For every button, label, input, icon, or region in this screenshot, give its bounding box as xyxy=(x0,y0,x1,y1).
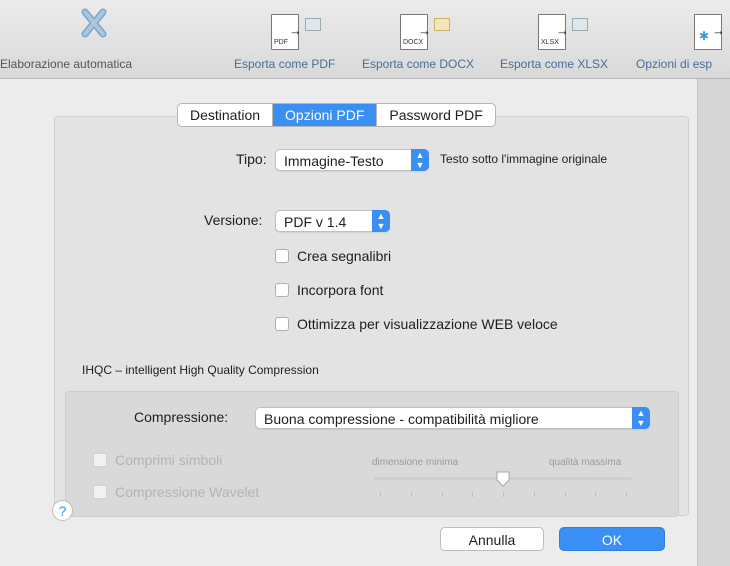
compression-select[interactable]: Buona compressione - compatibilità migli… xyxy=(255,407,650,429)
slider-thumb[interactable] xyxy=(496,471,510,487)
arrow-icon: → xyxy=(712,23,725,38)
chevron-updown-icon: ▲ ▼ xyxy=(632,407,650,429)
checkbox[interactable] xyxy=(275,317,289,331)
slider-max-label: qualità massima xyxy=(549,457,622,468)
tipo-label: Tipo: xyxy=(236,151,267,167)
arrow-icon: → xyxy=(556,23,569,38)
checkbox[interactable] xyxy=(275,283,289,297)
compression-value: Buona compressione - compatibilità migli… xyxy=(264,411,539,427)
document-small-icon xyxy=(305,18,321,31)
options-panel: Tipo: Immagine-Testo ▲ ▼ Testo sotto l'im… xyxy=(54,116,689,517)
toolbar-label: Elaborazione automatica xyxy=(0,57,133,71)
checkbox[interactable] xyxy=(275,249,289,263)
ihqc-group: Compressione: Buona compressione - compa… xyxy=(65,391,679,517)
ihqc-title: IHQC – intelligent High Quality Compress… xyxy=(82,363,319,377)
toolbar-item-export-options[interactable]: → ✱ Opzioni di esp xyxy=(636,0,730,78)
slider-tick xyxy=(503,492,504,497)
checkbox-label: Incorpora font xyxy=(297,282,384,298)
chevron-updown-icon: ▲ ▼ xyxy=(411,149,429,171)
slider-tick xyxy=(410,492,412,497)
toolbar: Elaborazione automatica PDF → Esporta co… xyxy=(0,0,730,79)
slider-tick xyxy=(472,492,474,497)
document-small-icon xyxy=(572,18,588,31)
slider-min-label: dimensione minima xyxy=(372,457,459,468)
slider-tick xyxy=(626,492,627,497)
ok-button[interactable]: OK xyxy=(559,527,665,551)
tipo-select[interactable]: Immagine-Testo ▲ ▼ xyxy=(275,149,429,171)
gear-icon: ✱ xyxy=(699,29,710,43)
tab-pdf-password[interactable]: Password PDF xyxy=(377,104,494,126)
help-button[interactable]: ? xyxy=(52,500,73,521)
auto-processing-icon xyxy=(81,8,107,38)
slider-tick xyxy=(564,492,566,497)
compression-label: Compressione: xyxy=(134,409,229,425)
checkbox-label: Comprimi simboli xyxy=(115,452,223,468)
versione-label: Versione: xyxy=(204,212,263,228)
tab-pdf-options[interactable]: Opzioni PDF xyxy=(273,104,378,126)
checkbox-label: Crea segnalibri xyxy=(297,248,392,264)
cancel-button[interactable]: Annulla xyxy=(440,527,544,551)
checkbox[interactable] xyxy=(93,453,107,467)
export-docx-icon: DOCX → xyxy=(400,14,431,50)
toolbar-label: Esporta come XLSX xyxy=(500,57,609,71)
toolbar-label: Esporta come DOCX xyxy=(362,57,475,71)
toolbar-item-export-xlsx[interactable]: XLSX → Esporta come XLSX xyxy=(500,0,635,78)
checkbox-label: Ottimizza per visualizzazione WEB veloce xyxy=(297,316,558,332)
icon-tag: XLSX xyxy=(541,39,559,46)
arrow-icon: → xyxy=(418,23,431,38)
toolbar-item-auto-processing[interactable]: Elaborazione automatica xyxy=(0,0,180,78)
tipo-value: Immagine-Testo xyxy=(284,153,384,169)
icon-tag: PDF xyxy=(274,39,288,46)
window-background xyxy=(697,79,730,566)
toolbar-label: Esporta come PDF xyxy=(234,57,336,71)
versione-value: PDF v 1.4 xyxy=(284,214,347,230)
export-options-icon: → ✱ xyxy=(694,14,725,50)
pdf-options-dialog: Destination Opzioni PDF Password PDF Tip… xyxy=(24,79,697,566)
chevron-updown-icon: ▲ ▼ xyxy=(372,210,390,232)
tipo-description: Testo sotto l'immagine originale xyxy=(440,152,608,166)
slider-tick xyxy=(441,492,443,497)
arrow-icon: → xyxy=(289,23,302,38)
versione-select[interactable]: PDF v 1.4 ▲ ▼ xyxy=(275,210,390,232)
toolbar-label: Opzioni di esp xyxy=(636,57,713,71)
slider-tick xyxy=(380,492,381,497)
checkbox-label: Compressione Wavelet xyxy=(115,484,260,500)
tab-bar: Destination Opzioni PDF Password PDF xyxy=(177,103,496,127)
slider-tick xyxy=(595,492,597,497)
export-xlsx-icon: XLSX → xyxy=(538,14,569,50)
document-small-icon xyxy=(434,18,450,31)
toolbar-item-export-pdf[interactable]: PDF → Esporta come PDF xyxy=(233,0,353,78)
toolbar-item-export-docx[interactable]: DOCX → Esporta come DOCX xyxy=(362,0,497,78)
icon-tag: DOCX xyxy=(403,39,424,46)
tab-destination[interactable]: Destination xyxy=(178,104,274,126)
export-pdf-icon: PDF → xyxy=(271,14,302,50)
slider-tick xyxy=(533,492,535,497)
checkbox[interactable] xyxy=(93,485,107,499)
